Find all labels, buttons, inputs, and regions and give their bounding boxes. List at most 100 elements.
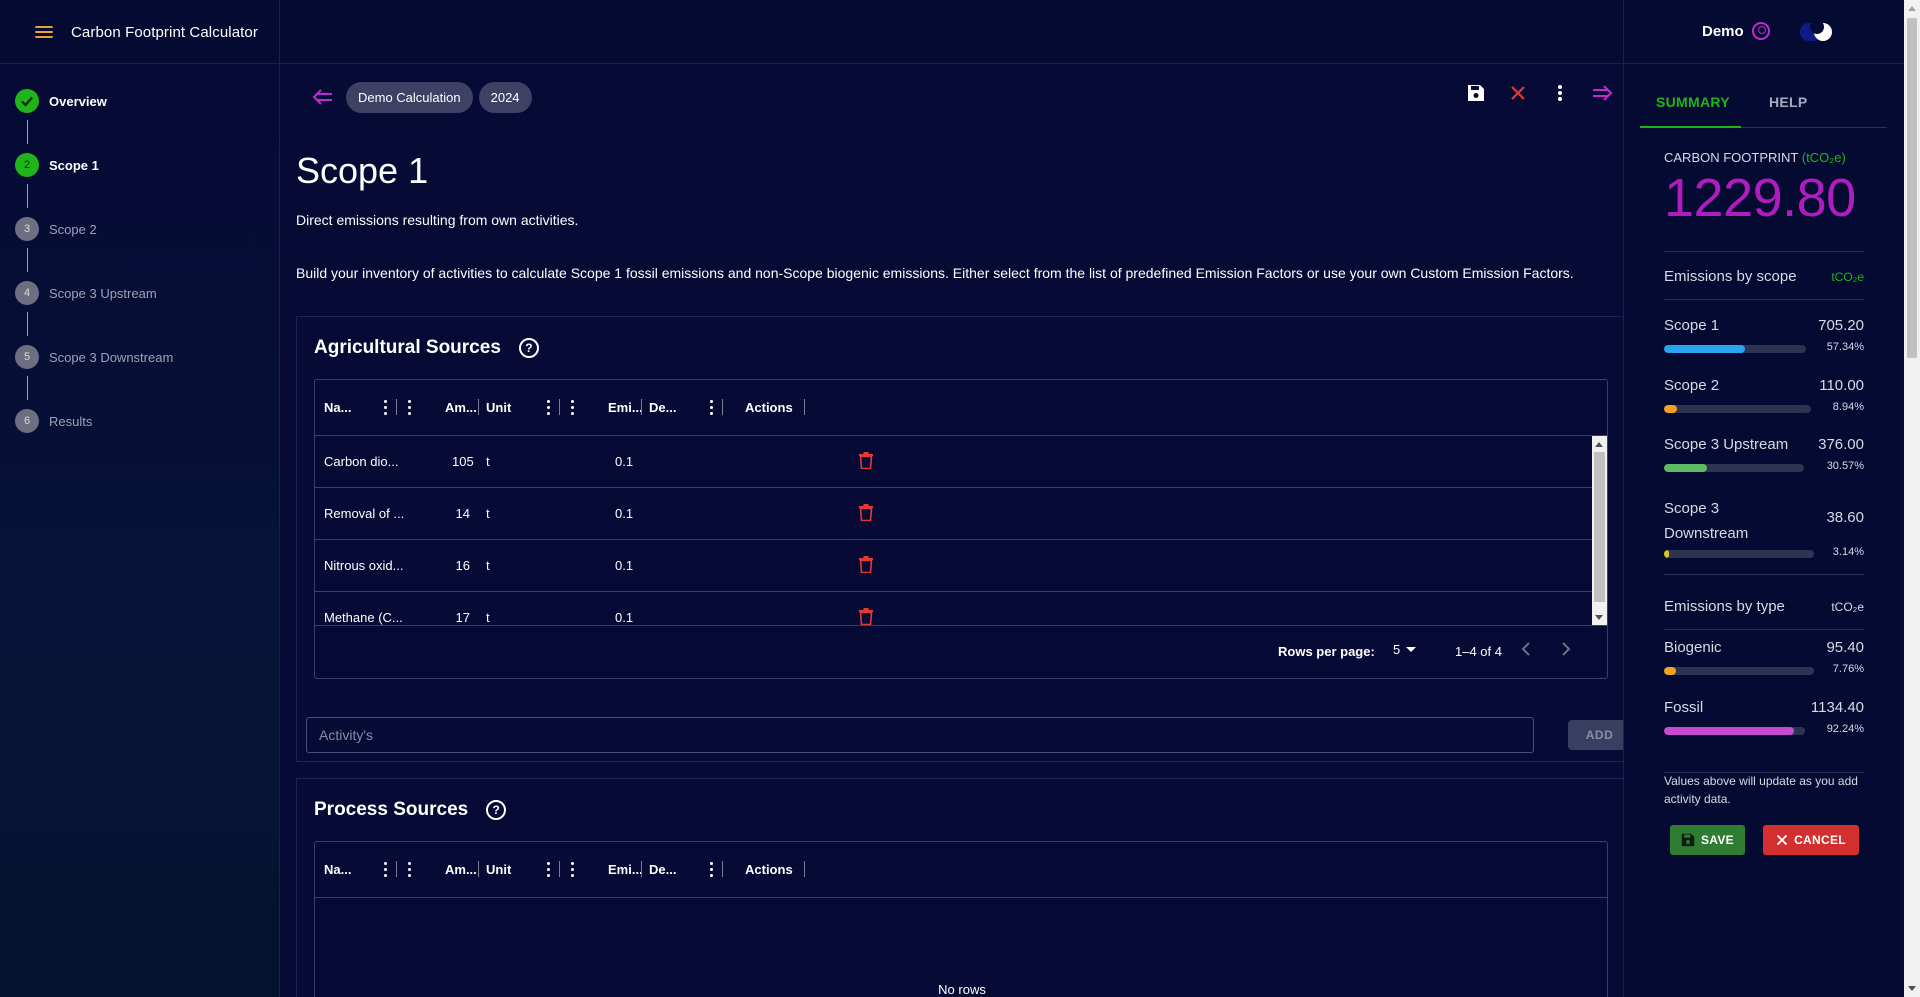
save-button[interactable]: SAVE <box>1670 825 1745 855</box>
column-header-name[interactable]: Na... <box>324 862 351 877</box>
column-header-amount[interactable]: Am... <box>445 862 477 877</box>
cell-amount: 14 <box>455 506 470 521</box>
table-row[interactable]: Methane (C... 17 t 0.1 <box>315 592 1592 625</box>
column-separator[interactable] <box>478 861 479 877</box>
column-separator[interactable] <box>559 861 560 877</box>
column-header-description[interactable]: De... <box>649 862 676 877</box>
step-scope-3-downstream[interactable]: 5 Scope 3 Downstream <box>15 345 173 369</box>
year-chip[interactable]: 2024 <box>478 82 532 113</box>
carbon-footprint-label: CARBON FOOTPRINT (tCO₂e) <box>1664 150 1864 165</box>
rows-per-page-label: Rows per page: <box>1278 644 1375 659</box>
step-scope-2[interactable]: 3 Scope 2 <box>15 217 97 241</box>
column-header-amount[interactable]: Am... <box>445 400 477 415</box>
prev-page-icon[interactable] <box>1519 640 1533 661</box>
cell-unit: t <box>486 454 490 469</box>
tab-summary[interactable]: SUMMARY <box>1656 94 1730 110</box>
type-progress-bar <box>1664 667 1814 675</box>
scroll-thumb[interactable] <box>1907 18 1917 358</box>
emissions-by-scope-label: Emissions by scope <box>1664 268 1797 285</box>
scroll-up-arrow-icon[interactable] <box>1595 442 1603 447</box>
column-separator[interactable] <box>396 399 397 415</box>
column-menu-icon[interactable] <box>709 398 713 416</box>
column-separator[interactable] <box>804 399 805 415</box>
step-number: 2 <box>15 153 39 177</box>
column-menu-icon[interactable] <box>407 398 411 416</box>
delete-icon[interactable] <box>859 556 873 574</box>
column-menu-icon[interactable] <box>709 860 713 878</box>
table-row[interactable]: Carbon dio... 105 t 0.1 <box>315 436 1592 488</box>
grid-scrollbar[interactable] <box>1592 436 1607 625</box>
column-separator[interactable] <box>396 861 397 877</box>
sidebar-stepper: Overview 2 Scope 1 3 Scope 2 4 Scope 3 U… <box>0 64 280 997</box>
column-menu-icon[interactable] <box>546 398 550 416</box>
column-separator[interactable] <box>641 399 642 415</box>
table-row[interactable]: Removal of ... 14 t 0.1 <box>315 488 1592 540</box>
type-label: Biogenic <box>1664 639 1722 656</box>
page-scrollbar[interactable] <box>1904 0 1920 997</box>
scroll-up-arrow-icon[interactable] <box>1908 6 1916 11</box>
column-menu-icon[interactable] <box>570 860 574 878</box>
step-scope-1[interactable]: 2 Scope 1 <box>15 153 99 177</box>
forward-arrow-icon[interactable] <box>1591 82 1613 104</box>
scroll-down-arrow-icon[interactable] <box>1595 615 1603 620</box>
step-number: 5 <box>15 345 39 369</box>
process-sources-section: Process Sources ? Na... Am... Unit Emi..… <box>296 778 1623 997</box>
column-separator[interactable] <box>804 861 805 877</box>
emissions-by-scope-unit: tCO₂e <box>1831 270 1864 284</box>
delete-icon[interactable] <box>859 452 873 470</box>
delete-icon[interactable] <box>859 608 873 625</box>
step-number: 3 <box>15 217 39 241</box>
save-icon[interactable] <box>1465 82 1487 104</box>
help-icon[interactable]: ? <box>518 338 539 358</box>
step-connector <box>27 120 28 144</box>
type-percent: 92.24% <box>1826 723 1864 735</box>
help-icon[interactable]: ? <box>486 800 507 820</box>
scroll-down-arrow-icon[interactable] <box>1908 986 1916 991</box>
column-header-unit[interactable]: Unit <box>486 862 511 877</box>
column-menu-icon[interactable] <box>546 860 550 878</box>
scroll-thumb[interactable] <box>1594 452 1605 602</box>
column-menu-icon[interactable] <box>407 860 411 878</box>
menu-icon[interactable] <box>35 25 53 39</box>
close-icon[interactable] <box>1507 82 1529 104</box>
scope-percent: 3.14% <box>1832 546 1864 558</box>
grid-header: Na... Am... Unit Emi... De... Actions <box>315 380 1607 436</box>
delete-icon[interactable] <box>859 504 873 522</box>
more-vert-icon[interactable] <box>1549 82 1571 104</box>
step-overview[interactable]: Overview <box>15 89 107 113</box>
column-menu-icon[interactable] <box>383 860 387 878</box>
column-separator[interactable] <box>641 861 642 877</box>
save-label: SAVE <box>1701 833 1734 847</box>
column-separator[interactable] <box>478 399 479 415</box>
column-separator[interactable] <box>722 861 723 877</box>
theme-toggle[interactable] <box>1800 20 1834 41</box>
scope-value: 376.00 <box>1818 436 1864 453</box>
step-label: Scope 3 Upstream <box>49 285 157 301</box>
step-results[interactable]: 6 Results <box>15 409 92 433</box>
user-name[interactable]: Demo <box>1702 23 1744 40</box>
column-header-emission[interactable]: Emi... <box>608 862 643 877</box>
next-page-icon[interactable] <box>1559 640 1573 661</box>
column-separator[interactable] <box>559 399 560 415</box>
scope-progress-fill <box>1664 405 1678 413</box>
calculation-chip[interactable]: Demo Calculation <box>346 82 473 113</box>
activity-search-input[interactable] <box>306 717 1534 753</box>
column-menu-icon[interactable] <box>383 398 387 416</box>
cancel-button[interactable]: CANCEL <box>1763 825 1859 855</box>
divider <box>1664 629 1864 630</box>
column-header-emission[interactable]: Emi... <box>608 400 643 415</box>
account-icon[interactable] <box>1752 22 1770 40</box>
tab-help[interactable]: HELP <box>1769 94 1808 110</box>
column-menu-icon[interactable] <box>570 398 574 416</box>
rows-per-page-select[interactable]: 5 <box>1393 642 1417 657</box>
column-separator[interactable] <box>722 399 723 415</box>
column-header-name[interactable]: Na... <box>324 400 351 415</box>
step-label: Overview <box>49 93 107 109</box>
step-scope-3-upstream[interactable]: 4 Scope 3 Upstream <box>15 281 157 305</box>
column-header-description[interactable]: De... <box>649 400 676 415</box>
section-title-text: Agricultural Sources <box>314 337 501 358</box>
back-arrow-icon[interactable] <box>312 87 340 109</box>
add-activity-button[interactable]: ADD <box>1568 720 1623 750</box>
table-row[interactable]: Nitrous oxid... 16 t 0.1 <box>315 540 1592 592</box>
column-header-unit[interactable]: Unit <box>486 400 511 415</box>
